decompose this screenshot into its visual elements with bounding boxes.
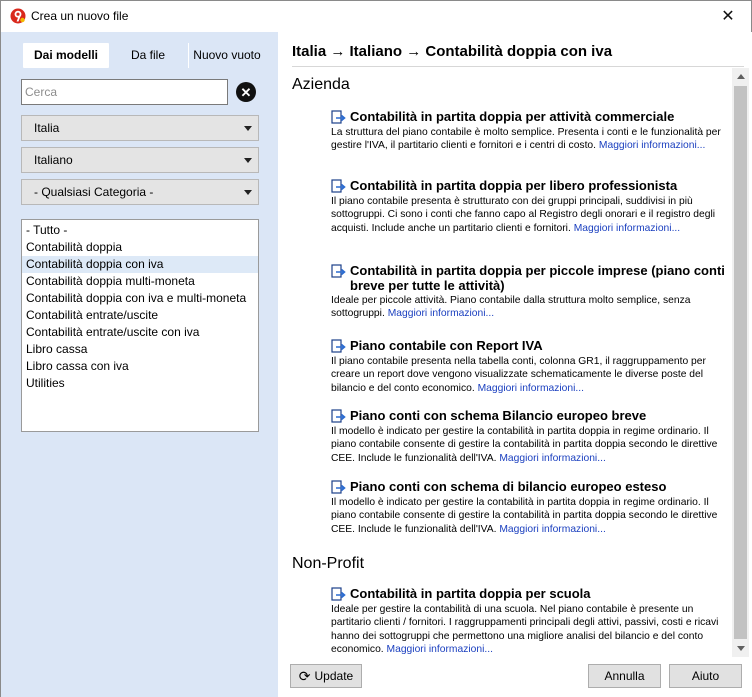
template-item-header[interactable]: Contabilità in partita doppia per scuola (331, 586, 731, 602)
tab-from-models[interactable]: Dai modelli (23, 43, 109, 68)
template-item-header[interactable]: Piano conti con schema di bilancio europ… (331, 479, 731, 495)
country-select-value: Italia (34, 121, 60, 135)
breadcrumb-divider (292, 66, 744, 67)
category-list-item[interactable]: Libro cassa con iva (22, 358, 258, 375)
template-description: Il modello è indicato per gestire la con… (331, 425, 731, 465)
section-heading: Azienda (292, 76, 350, 93)
template-list-panel: Italia → Italiano → Contabilità doppia c… (278, 32, 752, 697)
window-title: Crea un nuovo file (31, 9, 129, 23)
category-list-item[interactable]: Contabilità entrate/uscite (22, 307, 258, 324)
scrollbar-thumb[interactable] (734, 86, 747, 639)
category-list-item[interactable]: Contabilità doppia con iva e multi-monet… (22, 290, 258, 307)
more-info-link[interactable]: Maggiori informazioni... (599, 140, 705, 151)
template-description: Il piano contabile presenta nella tabell… (331, 355, 731, 395)
template-description: Ideale per piccole attività. Piano conta… (331, 294, 731, 321)
template-item[interactable]: Piano conti con schema Bilancio europeo … (331, 408, 731, 465)
template-item-header[interactable]: Piano conti con schema Bilancio europeo … (331, 408, 731, 424)
new-file-arrow-icon (331, 179, 347, 194)
category-list-item[interactable]: Contabilità doppia (22, 239, 258, 256)
template-item-header[interactable]: Contabilità in partita doppia per attivi… (331, 109, 731, 125)
close-icon[interactable]: ✕ (705, 1, 751, 31)
template-description-text: Ideale per piccole attività. Piano conta… (331, 295, 691, 320)
category-list-item[interactable]: Libro cassa (22, 341, 258, 358)
new-file-arrow-icon (331, 480, 347, 495)
scroll-up-arrow-icon[interactable] (732, 68, 749, 85)
category-list-item[interactable]: Utilities (22, 375, 258, 392)
template-description: La struttura del piano contabile è molto… (331, 126, 731, 153)
cancel-button[interactable]: Annulla (588, 664, 661, 688)
template-title[interactable]: Contabilità in partita doppia per libero… (350, 178, 677, 193)
create-file-dialog: Crea un nuovo file ✕ Dai modelli Da file… (0, 0, 752, 697)
template-item-header[interactable]: Piano contabile con Report IVA (331, 338, 731, 354)
new-file-arrow-icon (331, 587, 347, 602)
category-list[interactable]: - Tutto - Contabilità doppia Contabilità d… (21, 219, 259, 432)
tab-from-file[interactable]: Da file (117, 43, 179, 68)
new-file-arrow-icon (331, 264, 347, 279)
chevron-down-icon (244, 126, 252, 131)
more-info-link[interactable]: Maggiori informazioni... (387, 644, 493, 655)
breadcrumb: Italia → Italiano → Contabilità doppia c… (292, 43, 613, 60)
app-logo-icon (10, 8, 26, 24)
template-description: Il modello è indicato per gestire la con… (331, 496, 731, 536)
new-file-arrow-icon (331, 110, 347, 125)
language-select-value: Italiano (34, 153, 73, 167)
template-description: Il piano contabile presenta è strutturat… (331, 195, 731, 235)
search-input[interactable] (22, 80, 227, 104)
template-item[interactable]: Contabilità in partita doppia per scuola… (331, 586, 731, 657)
search-field[interactable] (21, 79, 228, 105)
more-info-link[interactable]: Maggiori informazioni... (574, 223, 680, 234)
template-title[interactable]: Piano contabile con Report IVA (350, 338, 543, 353)
new-file-arrow-icon (331, 339, 347, 354)
country-select[interactable]: Italia (21, 115, 259, 141)
template-item-header[interactable]: Contabilità in partita doppia per libero… (331, 178, 731, 194)
tab-new-empty[interactable]: Nuovo vuoto (191, 43, 263, 68)
more-info-link[interactable]: Maggiori informazioni... (388, 308, 494, 319)
category-select[interactable]: - Qualsiasi Categoria - (21, 179, 259, 205)
template-title[interactable]: Contabilità in partita doppia per attivi… (350, 109, 674, 124)
template-title[interactable]: Piano conti con schema di bilancio europ… (350, 479, 666, 494)
new-file-arrow-icon (331, 409, 347, 424)
vertical-scrollbar[interactable] (732, 68, 749, 657)
template-filter-panel: Dai modelli Da file Nuovo vuoto ✕ Italia… (1, 32, 278, 697)
template-title[interactable]: Contabilità in partita doppia per piccol… (350, 263, 731, 293)
scroll-down-arrow-icon[interactable] (732, 640, 749, 657)
template-scroll-area: Azienda Contabilità in partita doppia per… (278, 68, 738, 657)
update-button[interactable]: ⟳ Update (290, 664, 362, 688)
more-info-link[interactable]: Maggiori informazioni... (499, 524, 605, 535)
template-item[interactable]: Contabilità in partita doppia per piccol… (331, 263, 731, 321)
category-list-item[interactable]: - Tutto - (22, 222, 258, 239)
update-button-label: Update (314, 669, 354, 683)
tab-divider (188, 43, 189, 68)
category-list-item[interactable]: Contabilità entrate/uscite con iva (22, 324, 258, 341)
template-item-header[interactable]: Contabilità in partita doppia per piccol… (331, 263, 731, 293)
language-select[interactable]: Italiano (21, 147, 259, 173)
category-select-value: - Qualsiasi Categoria - (34, 185, 154, 199)
help-button[interactable]: Aiuto (669, 664, 742, 688)
refresh-icon: ⟳ (298, 667, 311, 684)
template-title[interactable]: Contabilità in partita doppia per scuola (350, 586, 591, 601)
category-list-item[interactable]: Contabilità doppia con iva (22, 256, 258, 273)
more-info-link[interactable]: Maggiori informazioni... (478, 383, 584, 394)
section-heading: Non-Profit (292, 555, 365, 572)
chevron-down-icon (244, 158, 252, 163)
title-bar: Crea un nuovo file ✕ (1, 1, 751, 32)
template-description: Ideale per gestire la contabilità di una… (331, 603, 731, 657)
clear-search-icon[interactable]: ✕ (236, 82, 256, 102)
more-info-link[interactable]: Maggiori informazioni... (499, 453, 605, 464)
template-item[interactable]: Contabilità in partita doppia per libero… (331, 178, 731, 235)
chevron-down-icon (244, 190, 252, 195)
template-item[interactable]: Contabilità in partita doppia per attivi… (331, 109, 731, 153)
template-item[interactable]: Piano conti con schema di bilancio europ… (331, 479, 731, 536)
template-title[interactable]: Piano conti con schema Bilancio europeo … (350, 408, 646, 423)
category-list-item[interactable]: Contabilità doppia multi-moneta (22, 273, 258, 290)
template-item[interactable]: Piano contabile con Report IVA Il piano c… (331, 338, 731, 395)
